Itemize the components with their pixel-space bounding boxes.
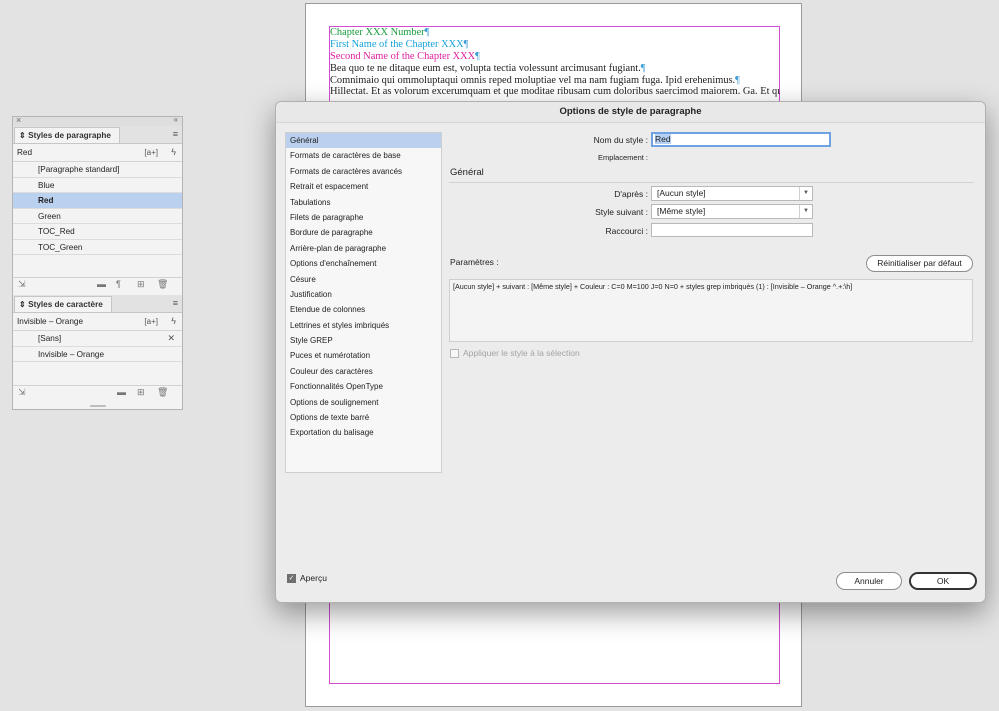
- apply-to-selection-label: Appliquer le style à la sélection: [463, 348, 580, 358]
- collapse-icon[interactable]: «: [174, 115, 178, 124]
- list-item-selected[interactable]: Red: [13, 193, 182, 209]
- category-item[interactable]: Style GREP: [286, 333, 441, 348]
- current-character-style: Invisible – Orange [a+] ϟ: [13, 313, 182, 330]
- shortcut-field[interactable]: [651, 223, 813, 237]
- doc-line: Chapter XXX Number¶: [330, 27, 430, 38]
- apply-to-selection-checkbox[interactable]: [450, 349, 459, 358]
- delete-trash-icon[interactable]: 🗑: [157, 279, 168, 290]
- category-item[interactable]: Césure: [286, 272, 441, 287]
- panel-menu-icon[interactable]: ≡: [173, 129, 178, 139]
- category-item[interactable]: Justification: [286, 287, 441, 302]
- chevron-down-icon: ▼: [799, 187, 812, 200]
- new-style-icon[interactable]: ⊞: [137, 387, 145, 398]
- chevron-down-icon: ▼: [799, 205, 812, 218]
- quick-apply-icon[interactable]: ϟ: [171, 144, 176, 161]
- category-item[interactable]: Options d'enchaînement: [286, 256, 441, 271]
- new-style-from-selection-icon[interactable]: [a+]: [144, 313, 158, 330]
- doc-line: Comnimaio qui ommoluptaqui omnis reped m…: [330, 74, 740, 86]
- new-style-icon[interactable]: ⊞: [137, 279, 145, 290]
- next-style-label: Style suivant :: [595, 207, 648, 217]
- category-item[interactable]: Retrait et espacement: [286, 179, 441, 194]
- load-styles-icon[interactable]: ⇲: [18, 279, 26, 290]
- paragraph-styles-toolbar: ⇲ ▬ ¶ ⊞ 🗑: [13, 277, 182, 295]
- styles-panel: × « ⇕ Styles de paragraphe ≡ Red [a+] ϟ …: [12, 115, 183, 410]
- dialog-title: Options de style de paragraphe: [276, 102, 985, 123]
- list-item[interactable]: [Paragraphe standard]: [13, 162, 182, 178]
- based-on-label: D'après :: [614, 189, 648, 199]
- paragraph-style-options-dialog: Options de style de paragraphe Général F…: [275, 101, 986, 603]
- section-title-general: Général: [450, 167, 484, 178]
- paragraph-styles-header: ⇕ Styles de paragraphe ≡: [13, 126, 182, 144]
- category-item[interactable]: Options de soulignement: [286, 395, 441, 410]
- quick-apply-icon[interactable]: ϟ: [171, 313, 176, 330]
- sort-updown-icon: ⇕: [19, 131, 26, 140]
- shortcut-label: Raccourci :: [605, 226, 648, 236]
- category-item[interactable]: Formats de caractères avancés: [286, 164, 441, 179]
- list-item[interactable]: Invisible – Orange: [13, 347, 182, 362]
- params-summary: [Aucun style] + suivant : [Même style] +…: [449, 279, 973, 342]
- panel-menu-icon[interactable]: ≡: [173, 298, 178, 308]
- tab-character-styles[interactable]: ⇕ Styles de caractère: [14, 296, 112, 312]
- category-item[interactable]: Fonctionnalités OpenType: [286, 379, 441, 394]
- doc-line: First Name of the Chapter XXX¶: [330, 38, 469, 50]
- character-styles-header: ⇕ Styles de caractère ≡: [13, 295, 182, 313]
- delete-trash-icon[interactable]: 🗑: [157, 387, 168, 398]
- cancel-button[interactable]: Annuler: [836, 572, 902, 590]
- doc-line: Second Name of the Chapter XXX¶: [330, 50, 480, 62]
- location-label: Emplacement :: [597, 153, 648, 162]
- next-style-select[interactable]: [Même style] ▼: [651, 204, 813, 219]
- category-item[interactable]: Formats de caractères de base: [286, 148, 441, 163]
- doc-line: Hillectat. Et as volorum excerumquam et …: [330, 86, 780, 98]
- current-paragraph-style: Red [a+] ϟ: [13, 144, 182, 161]
- panel-titlebar: × «: [13, 115, 182, 126]
- resize-grip-icon[interactable]: [90, 405, 106, 407]
- category-item[interactable]: Etendue de colonnes: [286, 302, 441, 317]
- character-styles-toolbar: ⇲ ▬ ⊞ 🗑: [13, 385, 182, 403]
- list-item[interactable]: [Sans] ✕: [13, 331, 182, 347]
- style-name-label: Nom du style :: [593, 135, 648, 145]
- category-item[interactable]: Lettrines et styles imbriqués: [286, 318, 441, 333]
- new-group-folder-icon[interactable]: ▬: [117, 387, 126, 397]
- category-item[interactable]: Exportation du balisage: [286, 425, 441, 440]
- category-item[interactable]: Couleur des caractères: [286, 364, 441, 379]
- list-item[interactable]: Blue: [13, 178, 182, 193]
- no-edit-pencil-icon: ✕: [167, 333, 175, 343]
- category-item[interactable]: Arrière-plan de paragraphe: [286, 241, 441, 256]
- load-styles-icon[interactable]: ⇲: [18, 387, 26, 398]
- doc-line: Bea quo te ne ditaque eum est, volupta t…: [330, 62, 646, 74]
- new-group-folder-icon[interactable]: ▬: [97, 279, 106, 289]
- params-label: Paramètres :: [450, 257, 499, 267]
- list-item[interactable]: TOC_Green: [13, 240, 182, 255]
- ok-button[interactable]: OK: [909, 572, 977, 590]
- divider: [449, 182, 974, 183]
- clear-overrides-icon[interactable]: ¶: [116, 279, 121, 289]
- style-name-field[interactable]: Red: [651, 132, 831, 147]
- new-style-from-selection-icon[interactable]: [a+]: [144, 144, 158, 161]
- preview-label: Aperçu: [300, 573, 327, 583]
- list-item[interactable]: TOC_Red: [13, 224, 182, 240]
- character-styles-list: [Sans] ✕ Invisible – Orange: [13, 330, 182, 362]
- category-list: Général Formats de caractères de base Fo…: [285, 132, 442, 473]
- paragraph-styles-list: [Paragraphe standard] Blue Red Green TOC…: [13, 161, 182, 255]
- reset-defaults-button[interactable]: Réinitialiser par défaut: [866, 255, 973, 272]
- list-item[interactable]: Green: [13, 209, 182, 224]
- category-item[interactable]: Filets de paragraphe: [286, 210, 441, 225]
- tab-paragraph-styles[interactable]: ⇕ Styles de paragraphe: [14, 127, 120, 143]
- close-icon[interactable]: ×: [16, 115, 21, 125]
- preview-checkbox[interactable]: ✓: [287, 574, 296, 583]
- based-on-select[interactable]: [Aucun style] ▼: [651, 186, 813, 201]
- document-text-frame[interactable]: Chapter XXX Number¶ First Name of the Ch…: [330, 27, 780, 98]
- category-item-selected[interactable]: Général: [286, 133, 441, 149]
- category-item[interactable]: Puces et numérotation: [286, 348, 441, 363]
- category-item[interactable]: Options de texte barré: [286, 410, 441, 425]
- sort-updown-icon: ⇕: [19, 300, 26, 309]
- category-item[interactable]: Bordure de paragraphe: [286, 225, 441, 240]
- category-item[interactable]: Tabulations: [286, 195, 441, 210]
